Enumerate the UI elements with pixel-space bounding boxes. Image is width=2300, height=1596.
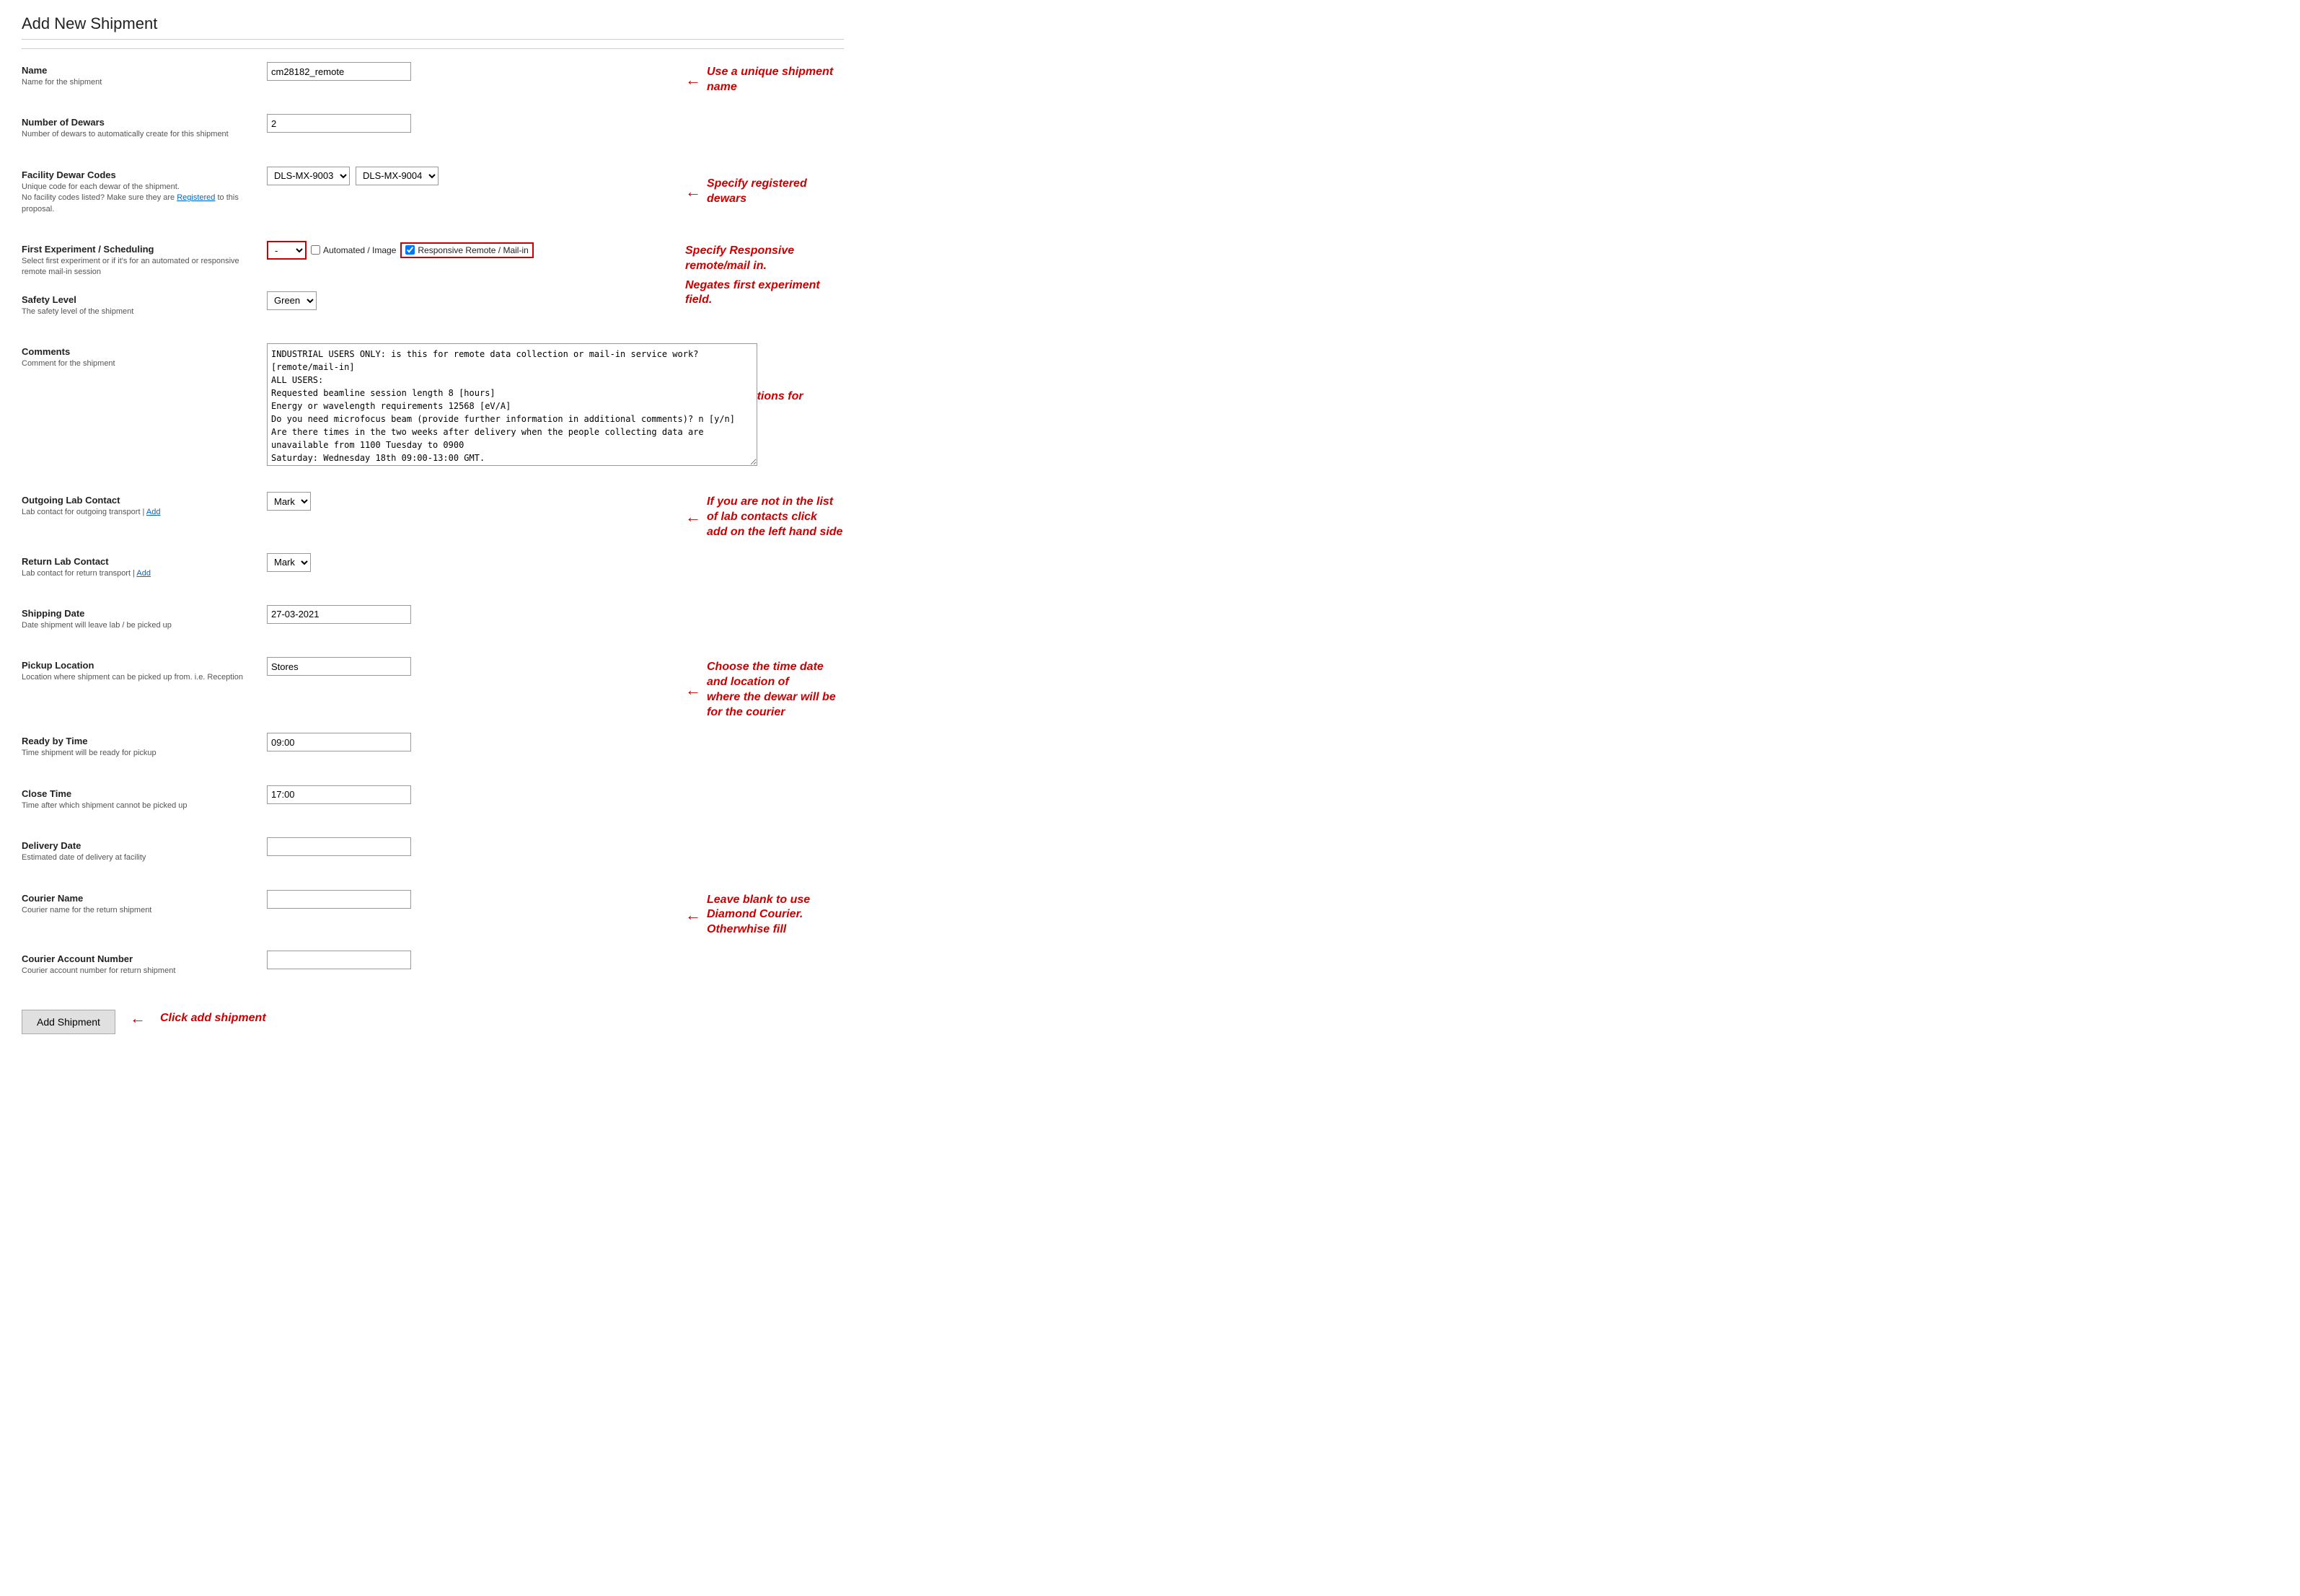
dewars-label: Number of Dewars xyxy=(22,117,252,128)
responsive-annotation-1: Specify Responsive remote/mail in. xyxy=(685,244,844,274)
dewar-code-1-select[interactable]: DLS-MX-9003 xyxy=(267,167,350,185)
outgoing-add-link[interactable]: Add xyxy=(146,508,161,516)
return-add-link[interactable]: Add xyxy=(136,569,151,578)
responsive-checkbox-label[interactable]: Responsive Remote / Mail-in xyxy=(400,242,533,258)
safety-select[interactable]: Green xyxy=(267,291,317,310)
shipping-date-desc: Date shipment will leave lab / be picked… xyxy=(22,620,252,631)
automated-checkbox[interactable] xyxy=(311,245,320,255)
pickup-annotation-1: Choose the time date and location of xyxy=(707,660,844,690)
delivery-date-desc: Estimated date of delivery at facility xyxy=(22,852,252,863)
courier-account-label: Courier Account Number xyxy=(22,953,252,964)
name-desc: Name for the shipment xyxy=(22,77,252,88)
comments-label: Comments xyxy=(22,346,252,357)
comments-textarea[interactable]: INDUSTRIAL USERS ONLY: is this for remot… xyxy=(267,343,757,466)
first-exp-select[interactable]: - xyxy=(267,241,307,260)
automated-checkbox-label[interactable]: Automated / Image xyxy=(311,245,396,255)
add-shipment-annotation: Click add shipment xyxy=(160,1011,266,1026)
dewar-annotation: Specify registered dewars xyxy=(707,177,844,207)
first-exp-label: First Experiment / Scheduling xyxy=(22,244,252,255)
automated-label: Automated / Image xyxy=(323,245,396,255)
courier-annotation-2: Otherwhise fill xyxy=(707,922,844,938)
responsive-label: Responsive Remote / Mail-in xyxy=(418,245,528,255)
return-contact-select[interactable]: Mark xyxy=(267,553,311,572)
shipping-date-label: Shipping Date xyxy=(22,608,252,619)
outgoing-contact-label: Outgoing Lab Contact xyxy=(22,495,252,506)
courier-account-input[interactable] xyxy=(267,951,411,969)
facility-dewar-label: Facility Dewar Codes xyxy=(22,169,252,180)
courier-arrow: ← xyxy=(685,906,701,925)
pickup-annotation-2: where the dewar will be for the courier xyxy=(707,690,844,720)
courier-annotation-1: Leave blank to use Diamond Courier. xyxy=(707,893,844,923)
responsive-annotation-2: Negates first experiment field. xyxy=(685,278,844,309)
ready-time-desc: Time shipment will be ready for pickup xyxy=(22,748,252,759)
pickup-arrow: ← xyxy=(685,681,701,700)
outgoing-contact-desc: Lab contact for outgoing transport | Add xyxy=(22,507,252,518)
close-time-input[interactable] xyxy=(267,785,411,804)
outgoing-contact-select[interactable]: Mark xyxy=(267,492,311,511)
dewar-code-2-select[interactable]: DLS-MX-9004 xyxy=(356,167,439,185)
ready-time-input[interactable] xyxy=(267,733,411,751)
courier-name-label: Courier Name xyxy=(22,893,252,904)
comments-desc: Comment for the shipment xyxy=(22,358,252,369)
courier-name-desc: Courier name for the return shipment xyxy=(22,905,252,916)
courier-account-desc: Courier account number for return shipme… xyxy=(22,966,252,976)
name-annotation: Use a unique shipment name xyxy=(707,65,844,95)
pickup-location-label: Pickup Location xyxy=(22,660,252,671)
facility-dewar-desc: Unique code for each dewar of the shipme… xyxy=(22,182,252,215)
add-shipment-arrow: ← xyxy=(130,1009,146,1028)
ready-time-label: Ready by Time xyxy=(22,736,252,746)
outgoing-annotation-1: If you are not in the list of lab contac… xyxy=(707,495,844,525)
name-label: Name xyxy=(22,65,252,76)
first-exp-desc: Select first experiment or if it's for a… xyxy=(22,256,252,278)
safety-label: Safety Level xyxy=(22,294,252,305)
name-input[interactable] xyxy=(267,62,411,81)
courier-name-input[interactable] xyxy=(267,890,411,909)
add-shipment-button[interactable]: Add Shipment xyxy=(22,1010,115,1034)
delivery-date-label: Delivery Date xyxy=(22,840,252,851)
dewars-input[interactable] xyxy=(267,114,411,133)
page-title: Add New Shipment xyxy=(22,14,844,40)
outgoing-annotation-2: add on the left hand side xyxy=(707,525,844,540)
pickup-location-input[interactable] xyxy=(267,657,411,676)
return-contact-desc: Lab contact for return transport | Add xyxy=(22,568,252,579)
pickup-location-desc: Location where shipment can be picked up… xyxy=(22,672,252,683)
dewar-arrow: ← xyxy=(685,182,701,201)
dewars-desc: Number of dewars to automatically create… xyxy=(22,129,252,140)
delivery-date-input[interactable] xyxy=(267,837,411,856)
outgoing-arrow: ← xyxy=(685,508,701,526)
close-time-desc: Time after which shipment cannot be pick… xyxy=(22,801,252,811)
close-time-label: Close Time xyxy=(22,788,252,799)
name-arrow: ← xyxy=(685,71,701,89)
safety-desc: The safety level of the shipment xyxy=(22,307,252,317)
return-contact-label: Return Lab Contact xyxy=(22,556,252,567)
responsive-checkbox[interactable] xyxy=(405,245,415,255)
shipping-date-input[interactable] xyxy=(267,605,411,624)
registered-link[interactable]: Registered xyxy=(177,193,215,202)
